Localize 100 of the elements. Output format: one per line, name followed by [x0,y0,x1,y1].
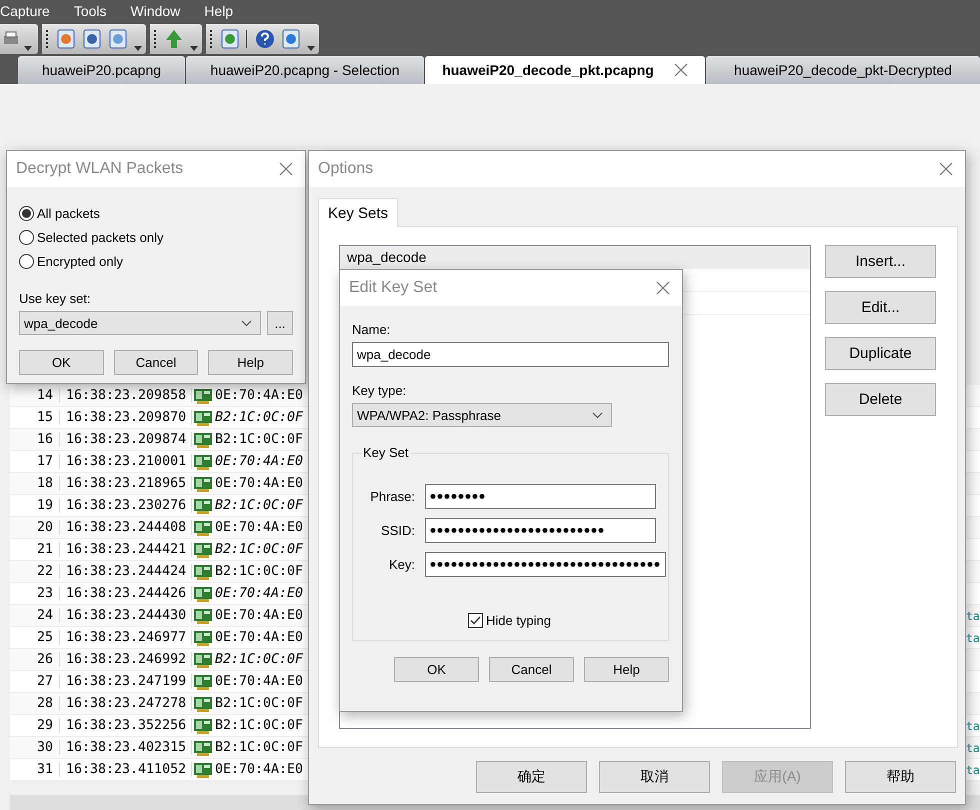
network-card-icon [194,476,214,492]
network-card-icon [194,762,214,778]
packet-time: 16:38:23.230276 [60,498,192,513]
network-card-icon [194,454,214,470]
dialog-button[interactable]: Cancel [114,350,198,375]
key-set-item[interactable]: wpa_decode [340,246,810,269]
network-card-icon [194,718,214,734]
field-label: SSID: [380,523,415,538]
close-icon[interactable] [674,63,688,77]
radio-label: Encrypted only [37,254,123,268]
packet-source: 0E:70:4A:E0 [215,630,304,645]
radio-label: All packets [37,206,100,220]
network-card-icon [194,696,214,712]
packet-source: B2:1C:0C:0F [215,652,304,667]
toolbar-icon[interactable] [82,29,102,49]
packet-number: 24 [10,608,60,623]
menu-item[interactable]: Window [130,3,182,19]
packet-time: 16:38:23.244421 [60,542,192,557]
dialog-button[interactable]: 帮助 [845,761,956,793]
packet-number: 18 [10,476,60,491]
packet-source: B2:1C:0C:0F [215,410,304,425]
key-set-dropdown[interactable]: wpa_decode [19,311,261,335]
chevron-down-icon [592,412,603,418]
side-button[interactable]: Insert... [825,245,936,278]
packet-time: 16:38:23.210001 [60,454,192,469]
radio-button[interactable] [19,230,34,244]
field-label: Name: [352,322,392,337]
packet-source: B2:1C:0C:0F [215,696,304,711]
file-tab[interactable]: huaweiP20.pcapng - Selection [186,56,424,84]
dropdown-arrow-icon[interactable] [24,46,32,52]
packet-time: 16:38:23.244424 [60,564,192,579]
menu-item[interactable]: Capture [0,3,52,19]
file-tab[interactable]: huaweiP20_decode_pkt.pcapng [425,56,705,84]
packet-source: 0E:70:4A:E0 [215,762,304,777]
packet-number: 23 [10,586,60,601]
packet-number: 30 [10,740,60,755]
packet-info: ta [966,608,980,622]
network-card-icon [194,388,214,404]
field-label: Key: [388,557,415,572]
packet-info: ta [966,630,980,644]
browse-button[interactable]: ... [267,311,293,335]
dropdown-arrow-icon[interactable] [307,46,315,52]
packet-source: 0E:70:4A:E0 [215,454,304,469]
close-icon[interactable] [656,281,670,295]
hide-typing-checkbox[interactable]: Hide typing [363,613,656,628]
radio-button[interactable] [19,254,34,268]
packet-time: 16:38:23.246992 [60,652,192,667]
dialog-button[interactable]: OK [394,657,479,682]
file-tab[interactable]: huaweiP20_decode_pkt-Decrypted [706,56,980,84]
password-field[interactable]: ••••••••••••••••••••••••••••••••• [425,552,666,577]
packet-source: B2:1C:0C:0F [215,564,304,579]
dialog-title: Decrypt WLAN Packets [16,160,184,178]
toolbar-icon[interactable] [56,29,76,49]
packet-time: 16:38:23.247278 [60,696,192,711]
toolbar-icon[interactable] [108,29,128,49]
radio-option[interactable]: Selected packets only [19,225,293,249]
dropdown-arrow-icon[interactable] [190,46,198,52]
password-field[interactable]: •••••••• [425,484,656,509]
help-icon[interactable] [255,29,275,49]
dialog-button[interactable]: Cancel [489,657,574,682]
name-field[interactable]: wpa_decode [352,342,669,367]
menu-item[interactable]: Tools [74,3,108,19]
side-button[interactable]: Delete [825,383,936,416]
packet-time: 16:38:23.244430 [60,608,192,623]
packet-info: ta [966,740,980,754]
close-icon[interactable] [939,162,953,176]
toolbar-icon[interactable] [220,29,240,49]
key-type-dropdown[interactable]: WPA/WPA2: Passphrase [352,403,612,427]
radio-option[interactable]: Encrypted only [19,249,293,273]
file-tab[interactable]: huaweiP20.pcapng [18,56,185,84]
packet-number: 16 [10,432,60,447]
dialog-button[interactable]: Help [208,350,294,375]
network-card-icon [194,432,214,448]
network-card-icon [194,410,214,426]
packet-source: B2:1C:0C:0F [215,718,304,733]
dialog-button[interactable]: Help [584,657,669,682]
packet-source: 0E:70:4A:E0 [215,520,304,535]
packet-info: ta [966,718,980,732]
menu-item[interactable]: Help [204,3,236,19]
radio-option[interactable]: All packets [19,201,293,225]
packet-time: 16:38:23.209874 [60,432,192,447]
toolbar-icon[interactable] [281,29,301,49]
dropdown-arrow-icon[interactable] [134,46,142,52]
password-field[interactable]: ••••••••••••••••••••••••• [425,518,656,543]
dialog-button[interactable]: 确定 [476,761,587,793]
radio-button[interactable] [19,206,34,220]
network-card-icon [194,608,214,624]
network-card-icon [194,586,214,602]
dialog-tab[interactable]: Key Sets [318,198,398,227]
side-button[interactable]: Duplicate [825,337,936,370]
close-icon[interactable] [279,162,293,176]
packet-number: 22 [10,564,60,579]
dialog-button[interactable]: 取消 [599,761,710,793]
packet-source: B2:1C:0C:0F [215,498,304,513]
network-card-icon [194,520,214,536]
checkbox[interactable] [468,613,483,628]
side-button[interactable]: Edit... [825,291,936,324]
packet-number: 29 [10,718,60,733]
packet-source: 0E:70:4A:E0 [215,586,304,601]
dialog-button[interactable]: OK [19,350,104,375]
